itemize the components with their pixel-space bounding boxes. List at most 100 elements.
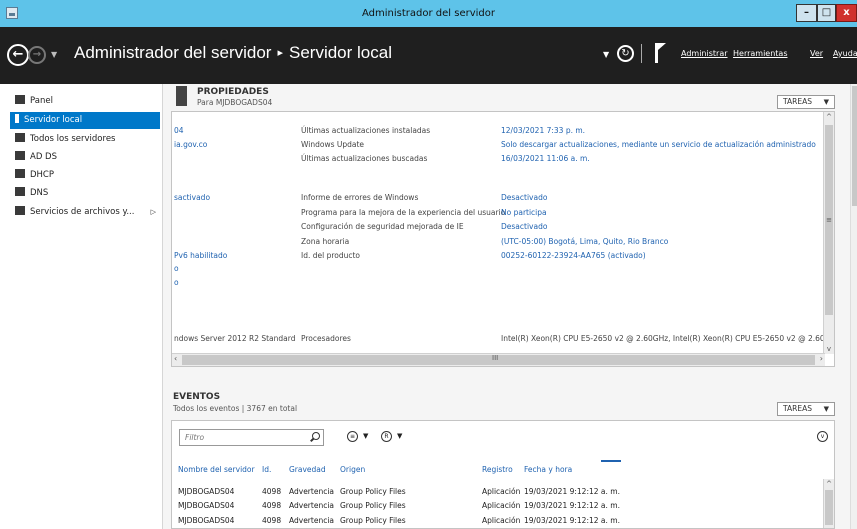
- tasks-label: TAREAS: [783, 404, 812, 413]
- maximize-button[interactable]: □: [817, 4, 836, 22]
- chevron-down-icon: ▼: [823, 98, 829, 106]
- menu-ayuda[interactable]: Ayuda: [833, 49, 857, 58]
- sidebar-item-label: Servidor local: [24, 115, 83, 125]
- events-subtitle: Todos los eventos | 3767 en total: [173, 404, 298, 413]
- prop-left-value[interactable]: ia.gov.co: [174, 140, 207, 149]
- sidebar-item-label: DNS: [30, 188, 49, 198]
- prop-label: Informe de errores de Windows: [301, 193, 419, 202]
- column-header-source[interactable]: Origen: [340, 465, 365, 474]
- back-arrow-icon[interactable]: ←: [7, 44, 29, 66]
- breadcrumb-dropdown-icon[interactable]: ▼: [603, 50, 609, 59]
- prop-value[interactable]: 16/03/2021 11:06 a. m.: [501, 154, 590, 163]
- minimize-button[interactable]: –: [796, 4, 817, 22]
- sidebar-item-panel[interactable]: Panel: [10, 93, 160, 110]
- scroll-thumb[interactable]: [852, 86, 857, 206]
- window-title: Administrador del servidor: [362, 8, 495, 19]
- events-title: EVENTOS: [173, 392, 221, 402]
- sidebar-item-dhcp[interactable]: DHCP: [10, 167, 160, 184]
- prop-left-value[interactable]: o: [174, 264, 179, 273]
- file-services-icon: [15, 206, 25, 215]
- breadcrumb-root[interactable]: Administrador del servidor: [74, 43, 271, 62]
- column-header-datetime[interactable]: Fecha y hora: [524, 465, 572, 474]
- sidebar-item-label: AD DS: [30, 152, 58, 162]
- chevron-down-icon[interactable]: ▼: [397, 432, 402, 440]
- dashboard-icon: [15, 95, 25, 104]
- close-button[interactable]: x: [836, 4, 857, 22]
- scroll-grip-icon: III: [492, 354, 499, 362]
- list-options-icon[interactable]: ≡: [347, 431, 358, 442]
- prop-value[interactable]: Desactivado: [501, 193, 547, 202]
- prop-value[interactable]: (UTC-05:00) Bogotá, Lima, Quito, Rio Bra…: [501, 237, 668, 246]
- sidebar-item-dns[interactable]: DNS: [10, 185, 160, 202]
- cell-severity: Advertencia: [289, 516, 335, 525]
- dhcp-icon: [15, 169, 25, 178]
- column-header-severity[interactable]: Gravedad: [289, 465, 326, 474]
- menu-administrar[interactable]: Administrar: [681, 49, 728, 58]
- refresh-icon[interactable]: ↻: [617, 45, 634, 62]
- cell-source: Group Policy Files: [340, 516, 406, 525]
- filter-input[interactable]: [179, 429, 324, 446]
- cell-severity: Advertencia: [289, 487, 335, 496]
- cell-datetime: 19/03/2021 9:12:12 a. m.: [524, 516, 620, 525]
- properties-server-icon: [176, 86, 187, 106]
- prop-left-value[interactable]: Pv6 habilitado: [174, 251, 227, 260]
- menu-ver[interactable]: Ver: [810, 49, 823, 58]
- cell-log: Aplicación: [482, 501, 521, 510]
- save-query-icon[interactable]: R: [381, 431, 392, 442]
- cell-datetime: 19/03/2021 9:12:12 a. m.: [524, 501, 620, 510]
- scroll-thumb[interactable]: [825, 490, 833, 525]
- properties-tasks-button[interactable]: TAREAS ▼: [777, 95, 835, 109]
- properties-subtitle: Para MJDBOGADS04: [197, 98, 273, 107]
- properties-vertical-scrollbar[interactable]: ^ ≡ v: [823, 112, 834, 354]
- sidebar: Panel Servidor local Todos los servidore…: [0, 84, 163, 529]
- prop-value[interactable]: Desactivado: [501, 222, 547, 231]
- main-content: PROPIEDADES Para MJDBOGADS04 TAREAS ▼ 04 …: [163, 84, 857, 529]
- scroll-down-icon[interactable]: v: [824, 345, 834, 353]
- history-dropdown-icon[interactable]: ▼: [51, 50, 57, 59]
- table-row[interactable]: MJDBOGADS04 4098 Advertencia Group Polic…: [172, 501, 822, 514]
- events-vertical-scrollbar[interactable]: ^: [823, 479, 834, 528]
- events-tasks-button[interactable]: TAREAS ▼: [777, 402, 835, 416]
- prop-left-value: ndows Server 2012 R2 Standard: [174, 334, 296, 343]
- prop-value[interactable]: 00252-60122-23924-AA765 (activado): [501, 251, 646, 260]
- scroll-up-icon[interactable]: ^: [824, 113, 834, 121]
- collapse-icon[interactable]: v: [817, 431, 828, 442]
- properties-panel: 04 ia.gov.co sactivado Pv6 habilitado o …: [171, 111, 835, 367]
- notifications-flag-icon[interactable]: [655, 43, 658, 63]
- scroll-thumb[interactable]: [182, 355, 815, 365]
- prop-label: Id. del producto: [301, 251, 361, 260]
- page-scrollbar[interactable]: [850, 84, 857, 529]
- prop-left-value[interactable]: sactivado: [174, 193, 210, 202]
- prop-value[interactable]: No participa: [501, 208, 547, 217]
- forward-arrow-icon[interactable]: →: [28, 46, 46, 64]
- prop-value[interactable]: 12/03/2021 7:33 p. m.: [501, 126, 585, 135]
- prop-label: Procesadores: [301, 334, 351, 343]
- menu-herramientas[interactable]: Herramientas: [733, 49, 788, 58]
- sidebar-item-ad-ds[interactable]: AD DS: [10, 149, 160, 166]
- expand-arrow-icon[interactable]: ▷: [151, 204, 156, 221]
- chevron-down-icon[interactable]: ▼: [363, 432, 368, 440]
- events-panel: ≡ ▼ R ▼ v Nombre del servidor Id. Graved…: [171, 420, 835, 529]
- breadcrumb: Administrador del servidor ▸ Servidor loca…: [74, 43, 392, 63]
- prop-left-value[interactable]: 04: [174, 126, 184, 135]
- properties-horizontal-scrollbar[interactable]: ‹ III ›: [172, 353, 825, 366]
- scroll-up-icon[interactable]: ^: [824, 480, 834, 488]
- column-header-id[interactable]: Id.: [262, 465, 271, 474]
- scroll-left-icon[interactable]: ‹: [174, 354, 177, 363]
- table-row[interactable]: MJDBOGADS04 4098 Advertencia Group Polic…: [172, 487, 822, 500]
- column-header-server-name[interactable]: Nombre del servidor: [178, 465, 255, 474]
- scroll-right-icon[interactable]: ›: [820, 354, 823, 363]
- prop-value[interactable]: Solo descargar actualizaciones, mediante…: [501, 140, 816, 149]
- sidebar-item-todos-servidores[interactable]: Todos los servidores: [10, 131, 160, 148]
- cell-id: 4098: [262, 487, 282, 496]
- column-header-log[interactable]: Registro: [482, 465, 513, 474]
- table-row[interactable]: MJDBOGADS04 4098 Advertencia Group Polic…: [172, 516, 822, 528]
- sidebar-item-servicios-archivos[interactable]: Servicios de archivos y... ▷: [10, 204, 160, 221]
- prop-label: Windows Update: [301, 140, 365, 149]
- cell-log: Aplicación: [482, 487, 521, 496]
- sidebar-item-servidor-local[interactable]: Servidor local: [10, 112, 160, 129]
- cell-server: MJDBOGADS04: [178, 487, 235, 496]
- search-icon[interactable]: [312, 432, 320, 440]
- prop-left-value[interactable]: o: [174, 278, 179, 287]
- sidebar-item-label: DHCP: [30, 170, 54, 180]
